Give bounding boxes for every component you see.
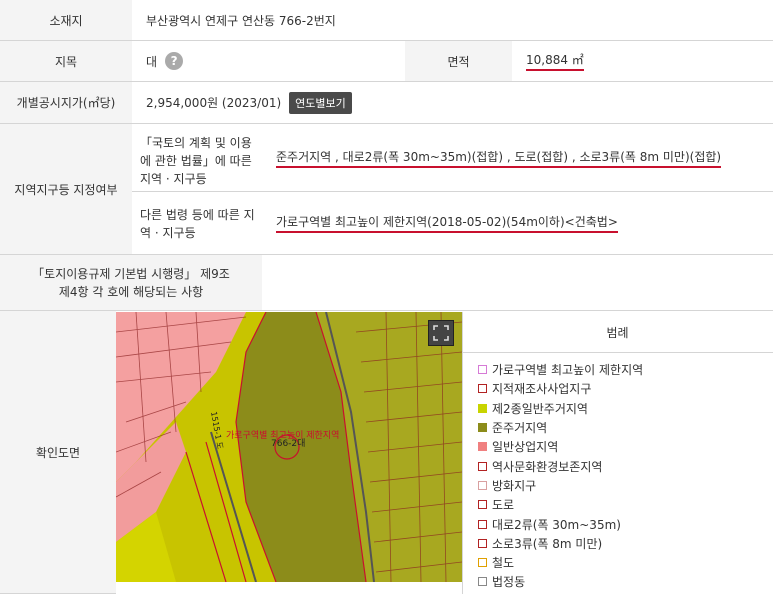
zoning-sub2-value: 가로구역별 최고높이 제한지역(2018-05-02)(54m이하)<건축법> (276, 213, 618, 233)
area-label: 면적 (405, 41, 512, 82)
legend-label: 대로2류(폭 30m~35m) (492, 517, 621, 532)
map-height-zone-label: 가로구역별 최고높이 제한지역 (226, 430, 339, 441)
legend-label: 철도 (492, 556, 515, 571)
legend-label: 가로구역별 최고높이 제한지역 (492, 363, 644, 378)
zoning-sub1-label: 「국토의 계획 및 이용에 관한 법률」에 따른 지역 · 지구등 (132, 124, 262, 192)
legend-label: 제2종일반주거지역 (492, 401, 588, 416)
legend-item: 법정동 (478, 572, 643, 591)
legend-label: 법정동 (492, 575, 526, 590)
map-label: 확인도면 (0, 311, 116, 594)
legend-label: 역사문화환경보존지역 (492, 459, 603, 474)
zoning-sub2-cell: 가로구역별 최고높이 제한지역(2018-05-02)(54m이하)<건축법> (262, 192, 773, 255)
legend-swatch (478, 423, 487, 433)
legend-swatch (478, 461, 487, 471)
confirmation-map[interactable]: 766-2대 가로구역별 최고높이 제한지역 1515-1 도 (116, 312, 462, 582)
legend-item: 도로 (478, 495, 643, 514)
legend-label: 소로3류(폭 8m 미만) (492, 536, 603, 551)
expand-icon (433, 325, 449, 341)
regulation-value (262, 255, 773, 311)
legend-swatch (478, 500, 487, 510)
legend-swatch (478, 558, 487, 568)
location-value: 부산광역시 연제구 연산동 766-2번지 (132, 0, 773, 41)
price-label: 개별공시지가(㎡당) (0, 82, 132, 124)
help-icon[interactable]: ? (165, 52, 184, 70)
legend-item: 대로2류(폭 30m~35m) (478, 514, 643, 533)
zoning-sub1-cell: 준주거지역 , 대로2류(폭 30m~35m)(접합) , 도로(접합) , 소… (262, 124, 773, 192)
yearly-view-button[interactable]: 연도별보기 (289, 91, 352, 114)
fullscreen-button[interactable] (428, 320, 454, 346)
location-label: 소재지 (0, 0, 132, 41)
legend-label: 일반상업지역 (492, 440, 559, 455)
legend-swatch (478, 519, 487, 529)
land-info-table: 소재지 부산광역시 연제구 연산동 766-2번지 지목 대 ? 면적 10,8… (0, 0, 773, 594)
zoning-label: 지역지구등 지정여부 (0, 124, 132, 255)
legend-item: 제2종일반주거지역 (478, 399, 643, 418)
land-category-value: 대 (146, 54, 158, 69)
legend-item: 방화지구 (478, 476, 643, 495)
legend-swatch (478, 384, 487, 394)
legend-item: 가로구역별 최고높이 제한지역 (478, 360, 643, 379)
legend-item: 일반상업지역 (478, 437, 643, 456)
legend-item: 철도 (478, 553, 643, 572)
price-cell: 2,954,000원 (2023/01) 연도별보기 (132, 82, 773, 124)
land-category-label: 지목 (0, 41, 132, 82)
regulation-label: 「토지이용규제 기본법 시행령」 제9조 제4항 각 호에 해당되는 사항 (0, 255, 262, 311)
land-category-cell: 대 ? (132, 41, 405, 82)
area-value: 10,884 ㎡ (526, 51, 584, 71)
legend-swatch (478, 480, 487, 490)
legend-list: 가로구역별 최고높이 제한지역지적재조사사업지구제2종일반주거지역준주거지역일반… (478, 360, 643, 592)
legend-swatch (478, 442, 487, 452)
legend-label: 도로 (492, 498, 515, 513)
legend-swatch (478, 577, 487, 587)
legend-swatch (478, 403, 487, 413)
zoning-sub2-label: 다른 법령 등에 따른 지역 · 지구등 (132, 192, 262, 255)
legend-item: 지적재조사사업지구 (478, 379, 643, 398)
area-cell: 10,884 ㎡ (512, 41, 773, 82)
legend-item: 소로3류(폭 8m 미만) (478, 534, 643, 553)
legend-label: 준주거지역 (492, 421, 548, 436)
legend-label: 방화지구 (492, 478, 537, 493)
legend-swatch (478, 365, 487, 375)
legend-item: 역사문화환경보존지역 (478, 456, 643, 475)
legend-label: 지적재조사사업지구 (492, 382, 592, 397)
zoning-sub1-value: 준주거지역 , 대로2류(폭 30m~35m)(접합) , 도로(접합) , 소… (276, 148, 722, 168)
price-value: 2,954,000원 (2023/01) (146, 96, 282, 110)
legend-swatch (478, 538, 487, 548)
legend-title: 범례 (462, 312, 773, 353)
legend-item: 준주거지역 (478, 418, 643, 437)
